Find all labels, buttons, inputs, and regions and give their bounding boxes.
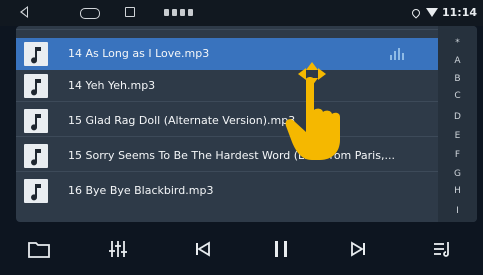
notification-icon <box>172 9 177 16</box>
index-letter[interactable]: F <box>438 150 477 160</box>
clock: 11:14 <box>441 6 477 19</box>
song-title: 14 Yeh Yeh.mp3 <box>68 79 156 92</box>
index-letter[interactable]: A <box>438 56 477 66</box>
now-playing-icon <box>390 48 404 60</box>
skip-next-icon[interactable] <box>343 234 373 264</box>
equalizer-icon[interactable] <box>103 234 133 264</box>
notification-icon <box>188 9 193 16</box>
song-title: 14 As Long as I Love.mp3 <box>68 47 210 60</box>
music-note-icon <box>24 109 48 133</box>
folder-icon[interactable] <box>24 234 54 264</box>
status-bar: 11:14 <box>0 0 483 26</box>
recent-apps-icon[interactable] <box>125 7 135 17</box>
list-item[interactable]: 14 Yeh Yeh.mp3 <box>16 70 438 102</box>
notification-icon <box>164 9 169 16</box>
notification-icon <box>180 9 185 16</box>
song-list[interactable]: 14 As Long as I Love.mp3 14 Yeh Yeh.mp3 … <box>16 26 438 222</box>
index-letter[interactable]: D <box>438 112 477 122</box>
song-list-panel: 14 As Long as I Love.mp3 14 Yeh Yeh.mp3 … <box>16 26 477 222</box>
list-item-selected[interactable]: 14 As Long as I Love.mp3 <box>16 38 438 70</box>
drag-gesture-hand-icon <box>282 62 352 162</box>
playlist-icon[interactable] <box>428 234 458 264</box>
index-letter[interactable]: G <box>438 169 477 179</box>
music-note-icon <box>24 42 48 66</box>
index-letter[interactable]: E <box>438 131 477 141</box>
list-item[interactable] <box>16 26 438 30</box>
home-nav-icon[interactable] <box>80 8 100 19</box>
playback-controls <box>0 222 483 275</box>
alphabet-index[interactable]: * A B C D E F G H I <box>438 26 477 222</box>
music-note-icon <box>24 179 48 203</box>
wifi-icon <box>425 8 438 17</box>
list-item[interactable]: 15 Glad Rag Doll (Alternate Version).mp3 <box>16 105 438 137</box>
song-title: 15 Glad Rag Doll (Alternate Version).mp3 <box>68 114 296 127</box>
skip-previous-icon[interactable] <box>188 234 218 264</box>
song-title: 16 Bye Bye Blackbird.mp3 <box>68 184 214 197</box>
back-nav-icon[interactable] <box>20 6 28 18</box>
music-note-icon <box>24 144 48 168</box>
index-letter[interactable]: I <box>438 206 477 216</box>
index-letter[interactable]: C <box>438 91 477 101</box>
index-letter[interactable]: B <box>438 74 477 84</box>
pause-icon[interactable] <box>266 234 296 264</box>
location-icon <box>410 6 422 19</box>
list-item[interactable]: 15 Sorry Seems To Be The Hardest Word (L… <box>16 140 438 172</box>
list-item[interactable]: 16 Bye Bye Blackbird.mp3 <box>16 175 438 207</box>
notification-icons <box>164 9 193 16</box>
index-letter[interactable]: H <box>438 186 477 196</box>
music-note-icon <box>24 74 48 98</box>
index-letter[interactable]: * <box>438 38 477 48</box>
